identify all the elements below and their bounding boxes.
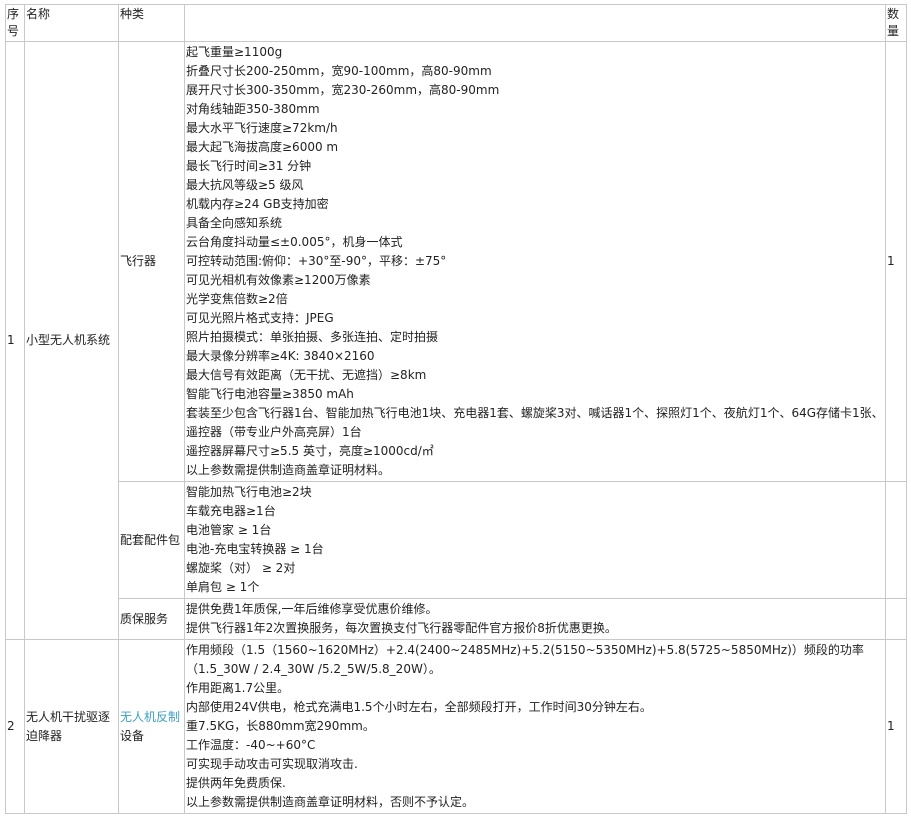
item-index: 2 xyxy=(5,639,25,814)
spec-line: 提供免费1年质保,一年后维修享受优惠价维修。 xyxy=(186,602,438,616)
category-rest: 设备 xyxy=(120,728,145,743)
header-qty: 数量 xyxy=(885,4,907,42)
spec-line: 工作温度：-40~+60°C xyxy=(186,738,316,752)
spec-line: 作用频段（1.5（1560~1620MHz）+2.4(2400~2485MHz)… xyxy=(186,643,864,676)
spec-line: 以上参数需提供制造商盖章证明材料。 xyxy=(186,463,391,477)
spec-line: 展开尺寸长300-350mm，宽230-260mm，高80-90mm xyxy=(186,83,500,97)
spec-line: 云台角度抖动量≤±0.005°，机身一体式 xyxy=(186,235,403,249)
header-spec xyxy=(184,4,886,42)
spec-line: 车载充电器≥1台 xyxy=(186,504,276,518)
item-specs: 提供免费1年质保,一年后维修享受优惠价维修。提供飞行器1年2次置换服务，每次置换… xyxy=(184,598,886,640)
item-specs: 作用频段（1.5（1560~1620MHz）+2.4(2400~2485MHz)… xyxy=(184,639,886,814)
spec-line: 可控转动范围:俯仰：+30°至-90°，平移：±75° xyxy=(186,254,447,268)
spec-line: 对角线轴距350-380mm xyxy=(186,102,320,116)
spec-line: 遥控器屏幕尺寸≥5.5 英寸，亮度≥1000cd/㎡ xyxy=(186,444,434,458)
spec-line: 最长飞行时间≥31 分钟 xyxy=(186,159,312,173)
spec-table: 序号 名称 种类 数量 1 小型无人机系统 飞行器 起飞重量≥1100g 折叠尺寸… xyxy=(5,4,907,814)
spec-line: 以上参数需提供制造商盖章证明材料，否则不予认定。 xyxy=(186,795,475,809)
spec-line: 可实现手动攻击可实现取消攻击. xyxy=(186,757,358,771)
header-name: 名称 xyxy=(24,4,119,42)
spec-line: 提供两年免费质保. xyxy=(186,776,286,790)
spec-line: 可见光照片格式支持：JPEG xyxy=(186,311,334,325)
item-specs: 智能加热飞行电池≥2块 车载充电器≥1台 电池管家 ≥ 1台电池-充电宝转换器 ≥ … xyxy=(184,481,886,599)
category-link[interactable]: 无人机反制 xyxy=(120,710,180,724)
spec-line: 套装至少包含飞行器1台、智能加热飞行电池1块、充电器1套、螺旋桨3对、喊话器1个… xyxy=(186,406,884,439)
table-header-row: 序号 名称 种类 数量 xyxy=(5,4,907,42)
item-category: 质保服务 xyxy=(118,598,185,640)
spec-line: 折叠尺寸长200-250mm，宽90-100mm，高80-90mm xyxy=(186,64,492,78)
item-category: 飞行器 xyxy=(118,41,185,482)
spec-line: 可见光相机有效像素≥1200万像素 xyxy=(186,273,371,287)
spec-line: 提供飞行器1年2次置换服务，每次置换支付飞行器零配件官方报价8折优惠更换。 xyxy=(186,621,617,635)
spec-line: 光学变焦倍数≥2倍 xyxy=(186,292,288,306)
item-name: 无人机干扰驱逐迫降器 xyxy=(24,639,119,814)
spec-line: 机载内存≥24 GB支持加密 xyxy=(186,197,329,211)
item-index: 1 xyxy=(5,41,25,640)
spec-line: 最大抗风等级≥5 级风 xyxy=(186,178,304,192)
item-specs: 起飞重量≥1100g 折叠尺寸长200-250mm，宽90-100mm，高80-9… xyxy=(184,41,886,482)
spec-line: 起飞重量≥1100g xyxy=(186,45,283,59)
header-category: 种类 xyxy=(118,4,185,42)
item-category: 无人机反制设备 xyxy=(118,639,185,814)
spec-line: 螺旋桨（对） ≥ 2对 xyxy=(186,561,296,575)
table-row: 质保服务 提供免费1年质保,一年后维修享受优惠价维修。提供飞行器1年2次置换服务… xyxy=(6,598,907,640)
item-qty: 1 xyxy=(885,41,907,482)
item-qty xyxy=(885,481,907,599)
spec-line: 电池-充电宝转换器 ≥ 1台 xyxy=(186,542,324,556)
table-row: 2 无人机干扰驱逐迫降器 无人机反制设备 作用频段（1.5（1560~1620M… xyxy=(5,639,907,814)
spec-line: 最大起飞海拔高度≥6000 m xyxy=(186,140,339,154)
item-qty xyxy=(885,598,907,640)
spec-line: 最大水平飞行速度≥72km/h xyxy=(186,121,338,135)
spec-line: 电池管家 ≥ 1台 xyxy=(186,523,272,537)
spec-line: 智能飞行电池容量≥3850 mAh xyxy=(186,387,354,401)
spec-line: 智能加热飞行电池≥2块 xyxy=(186,485,312,499)
item-name: 小型无人机系统 xyxy=(24,41,119,640)
header-index: 序号 xyxy=(5,4,25,42)
table-row: 配套配件包 智能加热飞行电池≥2块 车载充电器≥1台 电池管家 ≥ 1台电池-充电宝… xyxy=(6,481,907,599)
item-category: 配套配件包 xyxy=(118,481,185,599)
item-qty: 1 xyxy=(885,639,907,814)
spec-line: 单肩包 ≥ 1个 xyxy=(186,580,260,594)
spec-line: 最大录像分辨率≥4K: 3840×2160 xyxy=(186,349,375,363)
spec-line: 内部使用24V供电，枪式充满电1.5个小时左右，全部频段打开，工作时间30分钟左… xyxy=(186,700,652,714)
spec-line: 具备全向感知系统 xyxy=(186,216,283,230)
spec-line: 重7.5KG，长880mm宽290mm。 xyxy=(186,719,375,733)
spec-line: 最大信号有效距离（无干扰、无遮挡）≥8km xyxy=(186,368,427,382)
spec-line: 作用距离1.7公里。 xyxy=(186,681,290,695)
spec-line: 照片拍摄模式：单张拍摄、多张连拍、定时拍摄 xyxy=(186,330,439,344)
table-row: 1 小型无人机系统 飞行器 起飞重量≥1100g 折叠尺寸长200-250mm，宽… xyxy=(5,41,907,640)
